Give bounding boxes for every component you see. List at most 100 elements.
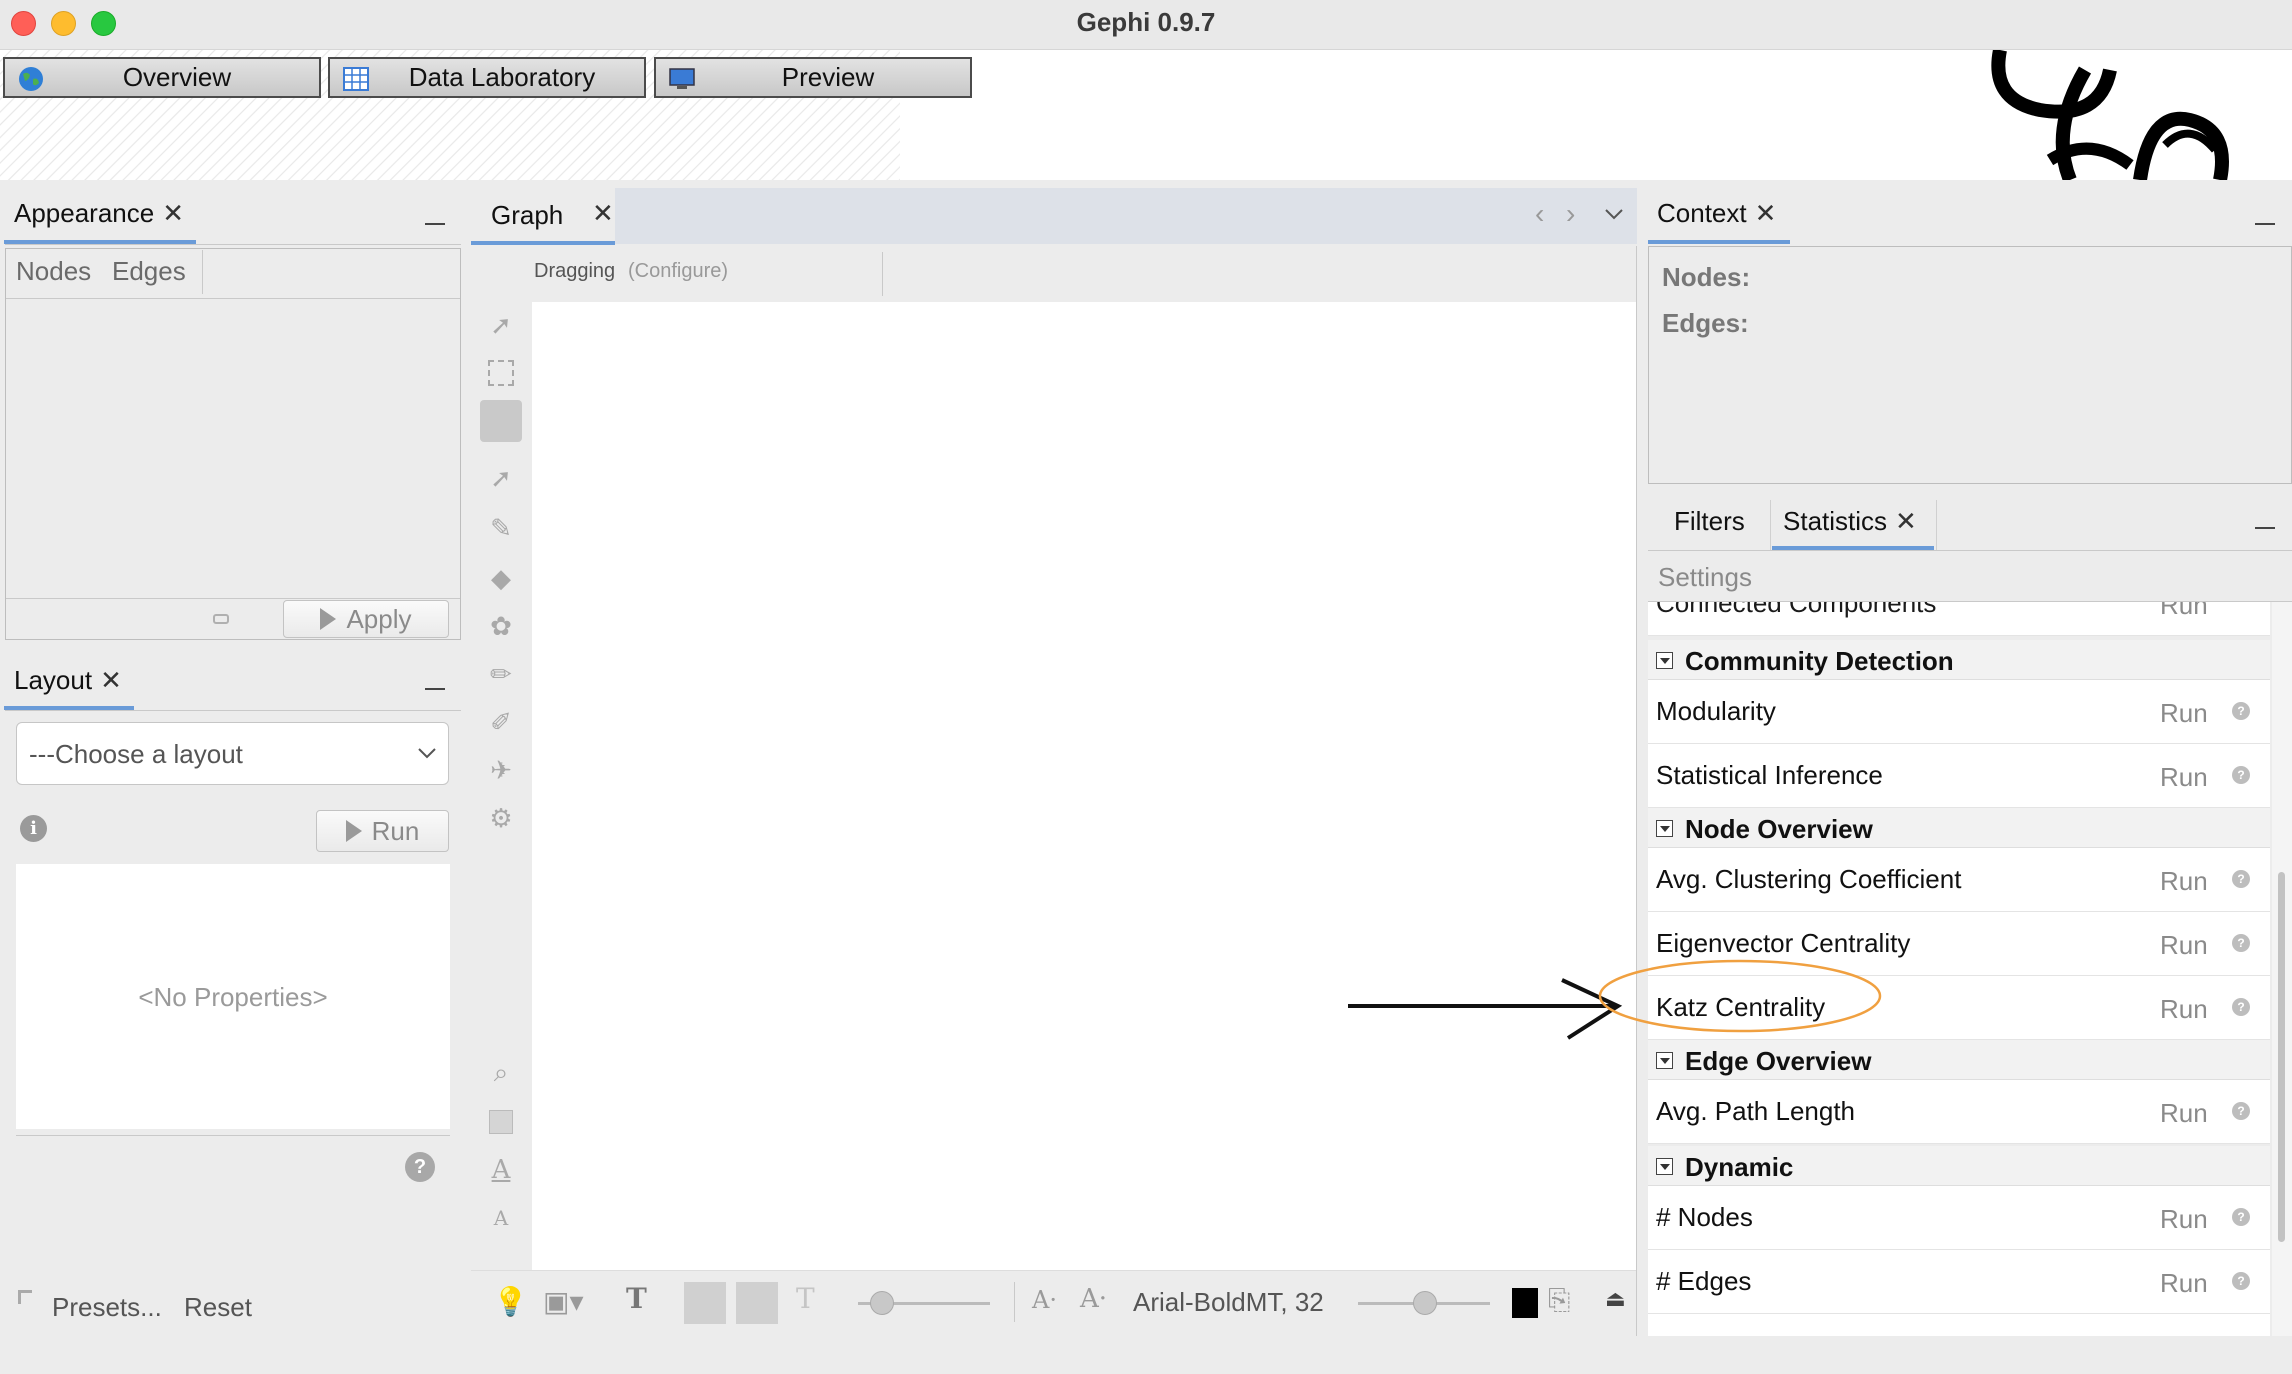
- stat-row-edges: # Edges Run ?: [1648, 1250, 2270, 1314]
- chevron-left-icon[interactable]: ‹: [1535, 198, 1544, 230]
- tab-layout[interactable]: Layout ✕: [14, 665, 122, 696]
- collapse-icon[interactable]: [1656, 652, 1673, 669]
- help-icon[interactable]: ?: [2232, 998, 2250, 1016]
- camera-icon[interactable]: ▣▾: [543, 1285, 584, 1318]
- collapse-icon[interactable]: [1656, 820, 1673, 837]
- help-icon[interactable]: ?: [405, 1152, 435, 1182]
- minimize-statistics-button[interactable]: [2255, 527, 2275, 529]
- category-name: Community Detection: [1685, 646, 1954, 676]
- expand-icon[interactable]: ⏏: [1605, 1286, 1626, 1312]
- collapse-icon[interactable]: [1656, 1052, 1673, 1069]
- edge-label-toggle-icon[interactable]: [736, 1282, 778, 1324]
- info-icon[interactable]: i: [20, 815, 47, 842]
- stat-row-avg-clustering-coefficient: Avg. Clustering Coefficient Run ?: [1648, 848, 2270, 912]
- stat-row-nodes: # Nodes Run ?: [1648, 1186, 2270, 1250]
- text-icon[interactable]: A: [484, 1203, 518, 1233]
- tab-filters[interactable]: Filters: [1674, 506, 1745, 537]
- text-size-icon[interactable]: A: [484, 1155, 518, 1185]
- apply-button[interactable]: Apply: [283, 600, 449, 638]
- category-dynamic[interactable]: Dynamic: [1648, 1146, 2270, 1186]
- reset-button[interactable]: Reset: [184, 1292, 252, 1323]
- size-slider-thumb[interactable]: [870, 1291, 894, 1315]
- text-edge-label-icon[interactable]: T: [796, 1282, 815, 1315]
- paint-icon[interactable]: ✿: [484, 611, 518, 641]
- stat-run-button[interactable]: Run: [2160, 762, 2208, 793]
- close-icon[interactable]: ✕: [100, 665, 122, 695]
- help-icon[interactable]: ?: [2232, 870, 2250, 888]
- layout-select[interactable]: ---Choose a layout: [16, 722, 449, 785]
- statistics-scrollbar[interactable]: [2272, 602, 2292, 1336]
- graph-tab-strip: [471, 188, 1637, 244]
- stat-run-button[interactable]: Run: [2160, 1098, 2208, 1129]
- tab-appearance[interactable]: Appearance ✕: [14, 198, 184, 229]
- minimize-context-button[interactable]: [2255, 223, 2275, 225]
- layout-run-button[interactable]: Run: [316, 810, 449, 852]
- link-icon[interactable]: [213, 614, 229, 624]
- font-selector[interactable]: Arial-BoldMT, 32: [1133, 1287, 1324, 1318]
- collapse-icon[interactable]: [1656, 1158, 1673, 1175]
- context-edges-label: Edges:: [1662, 308, 1749, 338]
- pointer-question-icon[interactable]: ➚: [484, 463, 518, 493]
- workspace-tab-overview[interactable]: Overview: [3, 57, 321, 98]
- status-bar: [0, 1336, 2292, 1374]
- workspace-tab-data-laboratory[interactable]: Data Laboratory: [328, 57, 646, 98]
- brush-icon[interactable]: ✎: [484, 513, 518, 543]
- category-node-overview[interactable]: Node Overview: [1648, 808, 2270, 848]
- stat-run-button[interactable]: Run: [2160, 866, 2208, 897]
- stat-run-button[interactable]: Run: [2160, 1268, 2208, 1299]
- help-icon[interactable]: ?: [2232, 1272, 2250, 1290]
- chevron-down-icon[interactable]: [1604, 208, 1624, 222]
- presets-button[interactable]: Presets...: [52, 1292, 162, 1323]
- workspace-tab-preview[interactable]: Preview: [654, 57, 972, 98]
- zoom-icon[interactable]: ⌕: [484, 1057, 518, 1087]
- divider: [5, 244, 461, 245]
- screenshot-icon[interactable]: ⎘: [1548, 1284, 1570, 1317]
- gear-icon[interactable]: ⚙: [484, 803, 518, 833]
- statistics-settings-button[interactable]: Settings: [1658, 562, 1752, 593]
- stat-run-button[interactable]: Run: [2160, 1204, 2208, 1235]
- edge-toggle-icon[interactable]: [684, 1282, 726, 1324]
- close-icon[interactable]: ✕: [162, 198, 184, 228]
- stat-name: Statistical Inference: [1656, 760, 1883, 790]
- lightbulb-icon[interactable]: 💡: [493, 1285, 528, 1318]
- tab-context[interactable]: Context ✕: [1657, 198, 1776, 229]
- appearance-subtab-nodes[interactable]: Nodes: [16, 256, 91, 287]
- help-icon[interactable]: ?: [2232, 1208, 2250, 1226]
- rectangle-select-icon[interactable]: [488, 360, 514, 386]
- close-icon[interactable]: ✕: [1895, 506, 1917, 536]
- pointer-icon[interactable]: ➚: [484, 310, 518, 340]
- tab-statistics[interactable]: Statistics ✕: [1783, 506, 1917, 537]
- chevron-right-icon[interactable]: ›: [1566, 198, 1575, 230]
- stat-run-button[interactable]: Run: [2160, 602, 2208, 621]
- font-slider-thumb[interactable]: [1413, 1291, 1437, 1315]
- color-swatch[interactable]: [1512, 1288, 1538, 1318]
- graph-canvas[interactable]: [532, 302, 1636, 1270]
- pencil-icon[interactable]: ✏: [484, 659, 518, 689]
- font-size-down-icon[interactable]: A·: [1032, 1286, 1057, 1314]
- diamond-icon[interactable]: ◆: [484, 563, 518, 593]
- airplane-icon[interactable]: ✈: [484, 755, 518, 785]
- font-size-up-icon[interactable]: A·: [1080, 1284, 1107, 1314]
- stat-run-button[interactable]: Run: [2160, 994, 2208, 1025]
- help-icon[interactable]: ?: [2232, 766, 2250, 784]
- play-icon: [320, 608, 337, 630]
- text-node-label-icon[interactable]: T: [626, 1282, 647, 1315]
- stat-run-button[interactable]: Run: [2160, 698, 2208, 729]
- configure-link[interactable]: (Configure): [628, 260, 728, 283]
- help-icon[interactable]: ?: [2232, 702, 2250, 720]
- tab-graph[interactable]: Graph ✕: [471, 188, 615, 244]
- scrollbar-thumb[interactable]: [2278, 872, 2285, 1242]
- graph-tab-indicator: [471, 241, 615, 245]
- close-icon[interactable]: ✕: [592, 198, 614, 229]
- appearance-subtab-edges[interactable]: Edges: [112, 256, 186, 287]
- edge-pencil-icon[interactable]: ✐: [484, 707, 518, 737]
- minimize-appearance-button[interactable]: [425, 223, 445, 225]
- close-icon[interactable]: ✕: [1755, 198, 1777, 228]
- help-icon[interactable]: ?: [2232, 1102, 2250, 1120]
- minimize-layout-button[interactable]: [425, 688, 445, 690]
- category-community-detection[interactable]: Community Detection: [1648, 640, 2270, 680]
- stat-run-button[interactable]: Run: [2160, 930, 2208, 961]
- square-icon[interactable]: [489, 1110, 513, 1134]
- help-icon[interactable]: ?: [2232, 934, 2250, 952]
- drag-hand-icon[interactable]: [480, 400, 522, 442]
